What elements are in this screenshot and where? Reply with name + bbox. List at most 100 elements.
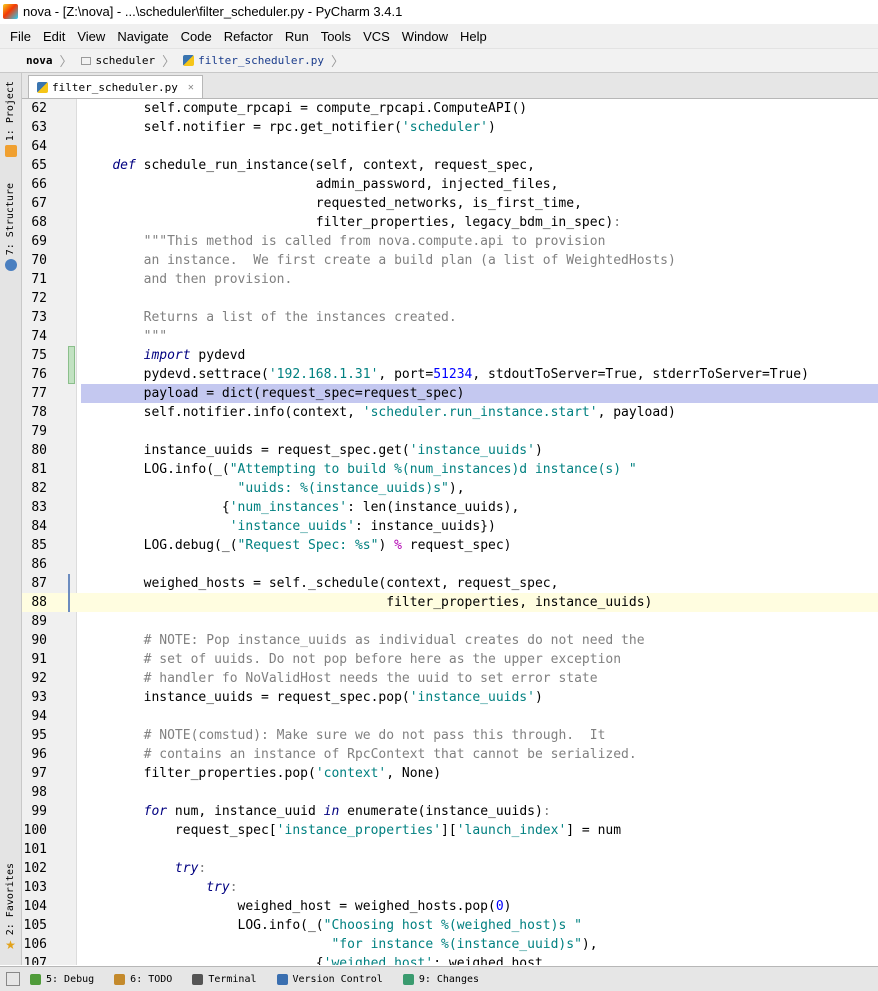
menu-help[interactable]: Help (454, 29, 493, 44)
tool-tab-label: Version Control (292, 973, 383, 985)
code-text: self.compute_rpcapi = compute_rpcapi.Com… (81, 101, 528, 116)
line-number: 94 (31, 709, 47, 724)
menu-navigate[interactable]: Navigate (111, 29, 174, 44)
code-line[interactable]: 77 payload = dict(request_spec=request_s… (22, 384, 878, 403)
code-line[interactable]: 75 import pydevd (22, 346, 878, 365)
code-line[interactable]: 81 LOG.info(_("Attempting to build %(num… (22, 460, 878, 479)
code-line[interactable]: 94 (22, 707, 878, 726)
line-number: 92 (31, 671, 47, 686)
tool-windows-toggle-icon[interactable] (6, 972, 20, 986)
line-number: 81 (31, 462, 47, 477)
code-text: an instance. We first create a build pla… (143, 253, 676, 268)
line-number: 103 (23, 880, 47, 895)
code-line[interactable]: 70 an instance. We first create a build … (22, 251, 878, 270)
code-line[interactable]: 67 requested_networks, is_first_time, (22, 194, 878, 213)
code-line[interactable]: 99 for num, instance_uuid in enumerate(i… (22, 802, 878, 821)
code-line[interactable]: 104 weighed_host = weighed_hosts.pop(0) (22, 897, 878, 916)
code-line[interactable]: 85 LOG.debug(_("Request Spec: %s") % req… (22, 536, 878, 555)
code-line[interactable]: 80 instance_uuids = request_spec.get('in… (22, 441, 878, 460)
left-tool-strip: 1: Project 7: Structure 2: Favorites ★ (0, 73, 22, 965)
tool-tab-favorites[interactable]: 2: Favorites ★ (0, 863, 21, 951)
line-number: 79 (31, 424, 47, 439)
menu-run[interactable]: Run (279, 29, 315, 44)
tool-tab-version-control[interactable]: Version Control (276, 973, 383, 985)
line-number: 106 (23, 937, 47, 952)
code-line[interactable]: 102 try: (22, 859, 878, 878)
code-line[interactable]: 106 "for instance %(instance_uuid)s"), (22, 935, 878, 954)
code-line[interactable]: 101 (22, 840, 878, 859)
code-line[interactable]: 105 LOG.info(_("Choosing host %(weighed_… (22, 916, 878, 935)
code-line[interactable]: 69 """This method is called from nova.co… (22, 232, 878, 251)
line-number: 69 (31, 234, 47, 249)
breadcrumb-item-file[interactable]: filter_scheduler.py (177, 49, 329, 72)
code-line[interactable]: 72 (22, 289, 878, 308)
code-line[interactable]: 87 weighed_hosts = self._schedule(contex… (22, 574, 878, 593)
code-line[interactable]: 100 request_spec['instance_properties'][… (22, 821, 878, 840)
code-text: weighed_hosts = self._schedule(context, … (81, 576, 559, 591)
tool-tab-terminal[interactable]: Terminal (192, 973, 257, 985)
code-line[interactable]: 93 instance_uuids = request_spec.pop('in… (22, 688, 878, 707)
code-line[interactable]: 95 # NOTE(comstud): Make sure we do not … (22, 726, 878, 745)
vcs-added-marker[interactable] (68, 346, 75, 384)
menu-file[interactable]: File (0, 29, 37, 44)
code-line[interactable]: 63 self.notifier = rpc.get_notifier('sch… (22, 118, 878, 137)
code-line[interactable]: 86 (22, 555, 878, 574)
vcs-modified-marker[interactable] (68, 574, 70, 612)
code-line[interactable]: 62 self.compute_rpcapi = compute_rpcapi.… (22, 99, 878, 118)
code-text: requested_networks, is_first_time, (81, 196, 582, 211)
menu-vcs[interactable]: VCS (357, 29, 396, 44)
code-text: def schedule_run_instance(self, context,… (112, 158, 535, 173)
code-line[interactable]: 68 filter_properties, legacy_bdm_in_spec… (22, 213, 878, 232)
line-number: 96 (31, 747, 47, 762)
code-line[interactable]: 96 # contains an instance of RpcContext … (22, 745, 878, 764)
chevron-right-icon: 〉 (330, 55, 344, 70)
menu-code[interactable]: Code (175, 29, 218, 44)
code-line[interactable]: 103 try: (22, 878, 878, 897)
breadcrumb-item-project[interactable]: nova (0, 49, 58, 72)
menu-window[interactable]: Window (396, 29, 454, 44)
code-line[interactable]: 92 # handler fo NoValidHost needs the uu… (22, 669, 878, 688)
breadcrumb-item-folder[interactable]: scheduler (75, 49, 161, 72)
code-editor[interactable]: 62 self.compute_rpcapi = compute_rpcapi.… (22, 99, 878, 965)
code-line[interactable]: 107 {'weighed_host': weighed_host, (22, 954, 878, 965)
menu-tools[interactable]: Tools (315, 29, 357, 44)
tool-tab-structure[interactable]: 7: Structure (0, 183, 21, 272)
menu-edit[interactable]: Edit (37, 29, 71, 44)
tool-window-bar: 5: Debug 6: TODO Terminal Version Contro… (0, 966, 878, 991)
code-line[interactable]: 90 # NOTE: Pop instance_uuids as individ… (22, 631, 878, 650)
line-number: 67 (31, 196, 47, 211)
code-text: LOG.info(_("Attempting to build %(num_in… (81, 462, 637, 477)
code-line[interactable]: 98 (22, 783, 878, 802)
code-line[interactable]: 76 pydevd.settrace('192.168.1.31', port=… (22, 365, 878, 384)
code-line[interactable]: 82 "uuids: %(instance_uuids)s"), (22, 479, 878, 498)
code-line[interactable]: 84 'instance_uuids': instance_uuids}) (22, 517, 878, 536)
code-line[interactable]: 64 (22, 137, 878, 156)
menu-view[interactable]: View (71, 29, 111, 44)
code-line[interactable]: 65 def schedule_run_instance(self, conte… (22, 156, 878, 175)
code-line[interactable]: 79 (22, 422, 878, 441)
line-number: 84 (31, 519, 47, 534)
code-text: # handler fo NoValidHost needs the uuid … (143, 671, 598, 686)
line-number: 85 (31, 538, 47, 553)
code-text: # set of uuids. Do not pop before here a… (143, 652, 622, 667)
line-number: 66 (31, 177, 47, 192)
close-icon[interactable]: ✕ (188, 82, 194, 93)
code-line[interactable]: 88 filter_properties, instance_uuids) (22, 593, 878, 612)
code-line[interactable]: 74 """ (22, 327, 878, 346)
code-line[interactable]: 97 filter_properties.pop('context', None… (22, 764, 878, 783)
tool-tab-debug[interactable]: 5: Debug (30, 973, 94, 985)
tool-tab-changes[interactable]: 9: Changes (402, 973, 479, 985)
menu-refactor[interactable]: Refactor (218, 29, 279, 44)
code-line[interactable]: 91 # set of uuids. Do not pop before her… (22, 650, 878, 669)
tool-tab-todo[interactable]: 6: TODO (114, 973, 172, 985)
code-line[interactable]: 71 and then provision. (22, 270, 878, 289)
code-line[interactable]: 83 {'num_instances': len(instance_uuids)… (22, 498, 878, 517)
tool-tab-project[interactable]: 1: Project (0, 81, 21, 158)
code-line[interactable]: 78 self.notifier.info(context, 'schedule… (22, 403, 878, 422)
code-line[interactable]: 66 admin_password, injected_files, (22, 175, 878, 194)
tab-filter-scheduler[interactable]: filter_scheduler.py ✕ (28, 75, 203, 98)
code-line[interactable]: 89 (22, 612, 878, 631)
tool-tab-label: 7: Structure (5, 183, 16, 256)
code-line[interactable]: 73 Returns a list of the instances creat… (22, 308, 878, 327)
code-text: request_spec['instance_properties']['lau… (81, 823, 622, 838)
